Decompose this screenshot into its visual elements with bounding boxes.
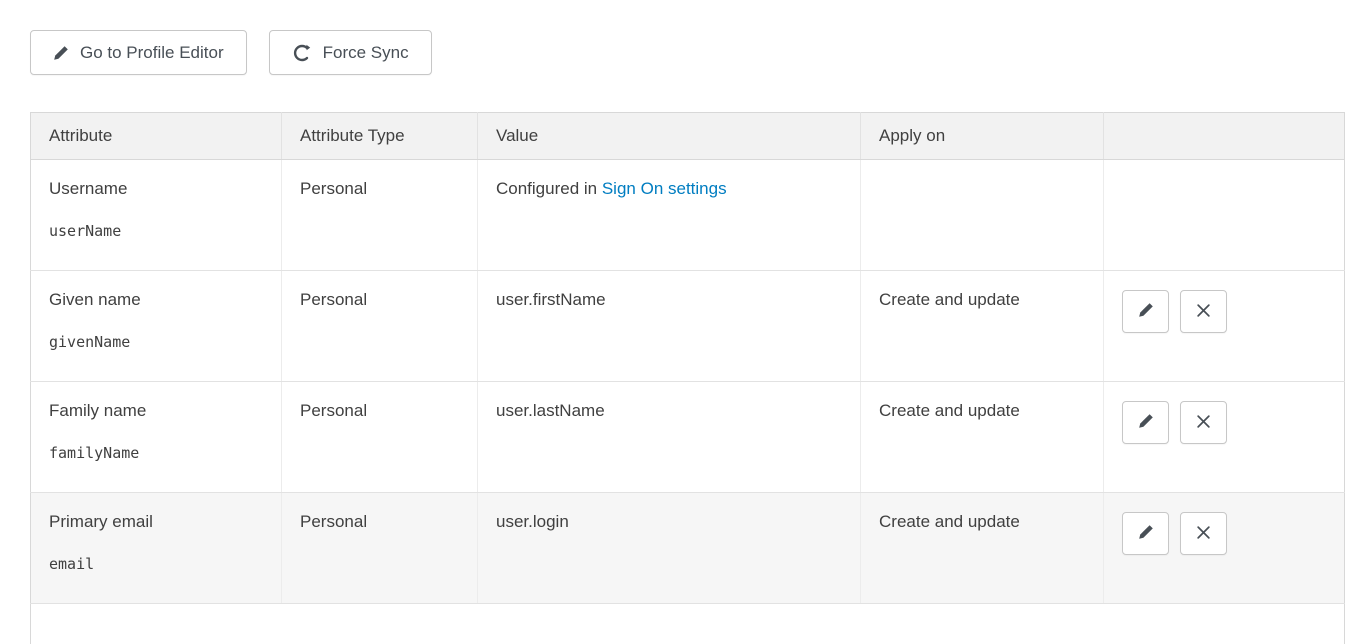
attribute-type-cell: Personal [282,493,478,604]
edit-attribute-button[interactable] [1122,401,1169,444]
attribute-type-cell: Personal [282,382,478,493]
attribute-label: Primary email [49,512,263,532]
value-cell: user.login [478,493,861,604]
attribute-variable-name: email [49,555,263,573]
actions-cell [1104,382,1345,493]
actions-cell [1104,493,1345,604]
attribute-variable-name: givenName [49,333,263,351]
attribute-cell: Family name familyName [31,382,282,493]
attribute-variable-name: userName [49,222,263,240]
table-row: Primary email email Personal user.login … [31,493,1345,604]
pencil-icon [1138,524,1154,543]
delete-attribute-button[interactable] [1180,290,1227,333]
column-header-attribute: Attribute [31,113,282,160]
pencil-icon [1138,302,1154,321]
attribute-label: Given name [49,290,263,310]
value-cell: user.firstName [478,271,861,382]
table-header-row: Attribute Attribute Type Value Apply on [31,113,1345,160]
attribute-type-cell: Personal [282,160,478,271]
pencil-icon [53,45,69,61]
force-sync-label: Force Sync [323,43,409,63]
table-row: Username userName Personal Configured in… [31,160,1345,271]
attribute-cell: Given name givenName [31,271,282,382]
attribute-label: Username [49,179,263,199]
column-header-apply-on: Apply on [861,113,1104,160]
column-header-value: Value [478,113,861,160]
edit-attribute-button[interactable] [1122,512,1169,555]
table-row: Given name givenName Personal user.first… [31,271,1345,382]
apply-on-cell: Create and update [861,271,1104,382]
attribute-variable-name: familyName [49,444,263,462]
value-text: Configured in [496,179,602,198]
force-sync-button[interactable]: Force Sync [269,30,432,75]
refresh-icon [292,43,312,63]
apply-on-cell: Create and update [861,382,1104,493]
pencil-icon [1138,413,1154,432]
table-row: Family name familyName Personal user.las… [31,382,1345,493]
attribute-type-cell: Personal [282,271,478,382]
attribute-label: Family name [49,401,263,421]
sign-on-settings-link[interactable]: Sign On settings [602,179,727,198]
toolbar: Go to Profile Editor Force Sync [30,30,1344,75]
value-cell: Configured in Sign On settings [478,160,861,271]
edit-attribute-button[interactable] [1122,290,1169,333]
actions-cell [1104,160,1345,271]
go-to-profile-editor-label: Go to Profile Editor [80,43,224,63]
table-row-empty [31,604,1345,644]
close-icon [1196,414,1211,432]
attribute-mappings-page: Go to Profile Editor Force Sync Attribut… [0,0,1370,644]
close-icon [1196,303,1211,321]
delete-attribute-button[interactable] [1180,512,1227,555]
attribute-mappings-table: Attribute Attribute Type Value Apply on … [30,112,1345,644]
delete-attribute-button[interactable] [1180,401,1227,444]
apply-on-cell [861,160,1104,271]
apply-on-cell: Create and update [861,493,1104,604]
attribute-cell: Username userName [31,160,282,271]
go-to-profile-editor-button[interactable]: Go to Profile Editor [30,30,247,75]
value-cell: user.lastName [478,382,861,493]
column-header-attribute-type: Attribute Type [282,113,478,160]
attribute-cell: Primary email email [31,493,282,604]
column-header-actions [1104,113,1345,160]
close-icon [1196,525,1211,543]
actions-cell [1104,271,1345,382]
